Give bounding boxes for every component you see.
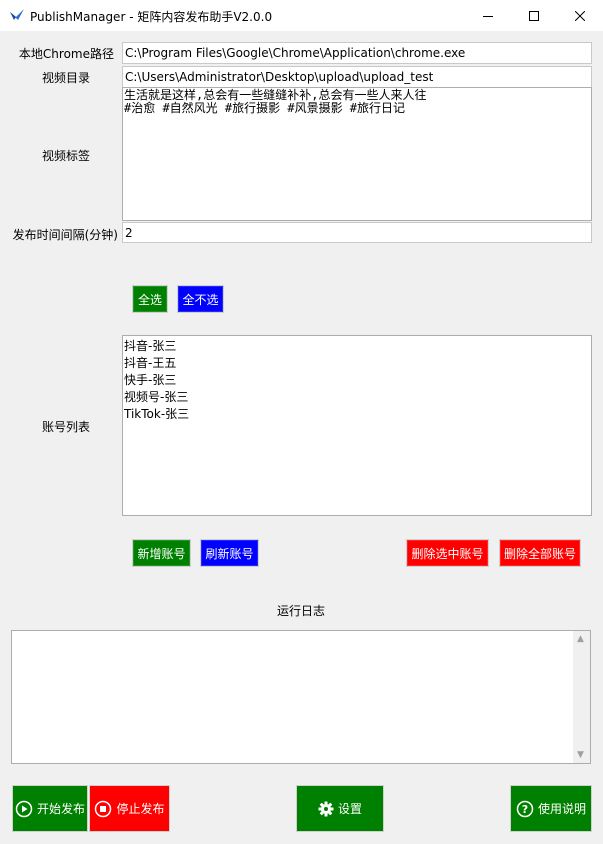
stop-circle-icon [95,800,112,817]
interval-input[interactable]: 2 [122,222,592,243]
play-circle-icon [15,800,33,817]
help-button[interactable]: ? 使用说明 [510,785,592,832]
app-icon [9,8,25,22]
list-item[interactable]: 抖音-王五 [124,355,590,372]
add-account-button[interactable]: 新增账号 [132,539,191,567]
maximize-icon [529,10,539,21]
list-item[interactable]: 抖音-张三 [124,338,590,355]
video-tags-textarea[interactable]: 生活就是这样,总会有一些缝缝补补,总会有一些人来人往 #治愈 #自然风光 #旅行… [122,87,592,221]
window-title: PublishManager - 矩阵内容发布助手V2.0.0 [30,10,273,24]
title-bar[interactable]: PublishManager - 矩阵内容发布助手V2.0.0 [0,0,603,31]
stop-publish-label: 停止发布 [116,802,165,816]
maximize-button[interactable] [511,0,557,31]
question-circle-icon: ? [516,800,534,817]
close-button[interactable] [557,0,603,31]
list-item[interactable]: TikTok-张三 [124,406,590,423]
stop-publish-button[interactable]: 停止发布 [89,785,170,832]
close-icon [575,10,585,21]
minimize-button[interactable] [465,0,511,31]
list-item[interactable]: 视频号-张三 [124,389,590,406]
svg-text:?: ? [522,803,528,816]
run-log-label: 运行日志 [277,604,326,618]
log-scrollbar[interactable]: ▲ ▼ [573,631,590,763]
chrome-path-input[interactable]: C:\Program Files\Google\Chrome\Applicati… [122,42,592,64]
select-none-button[interactable]: 全不选 [177,285,224,313]
refresh-account-button[interactable]: 刷新账号 [200,539,259,567]
scroll-up-icon[interactable]: ▲ [577,634,584,644]
account-listbox[interactable]: 抖音-张三 抖音-王五 快手-张三 视频号-张三 TikTok-张三 [122,335,592,516]
run-log-content [14,633,571,761]
start-publish-label: 开始发布 [36,802,85,816]
help-label: 使用说明 [537,802,586,816]
settings-button[interactable]: 设置 [296,785,384,832]
chrome-path-label: 本地Chrome路径 [18,47,114,61]
delete-all-account-button[interactable]: 删除全部账号 [499,539,581,567]
video-dir-label: 视频目录 [41,71,90,85]
settings-label: 设置 [337,802,362,816]
list-item[interactable]: 快手-张三 [124,372,590,389]
video-tags-label: 视频标签 [41,149,90,163]
start-publish-button[interactable]: 开始发布 [12,785,88,832]
minimize-icon [483,15,493,17]
video-dir-input[interactable]: C:\Users\Administrator\Desktop\upload\up… [122,66,592,88]
scroll-down-icon[interactable]: ▼ [577,750,584,760]
gear-icon [318,801,334,816]
account-list-label: 账号列表 [41,420,90,434]
select-all-button[interactable]: 全选 [132,285,168,313]
interval-label: 发布时间间隔(分钟) [12,228,118,242]
delete-selected-account-button[interactable]: 删除选中账号 [406,539,489,567]
run-log-textarea[interactable]: ▲ ▼ [11,630,591,764]
